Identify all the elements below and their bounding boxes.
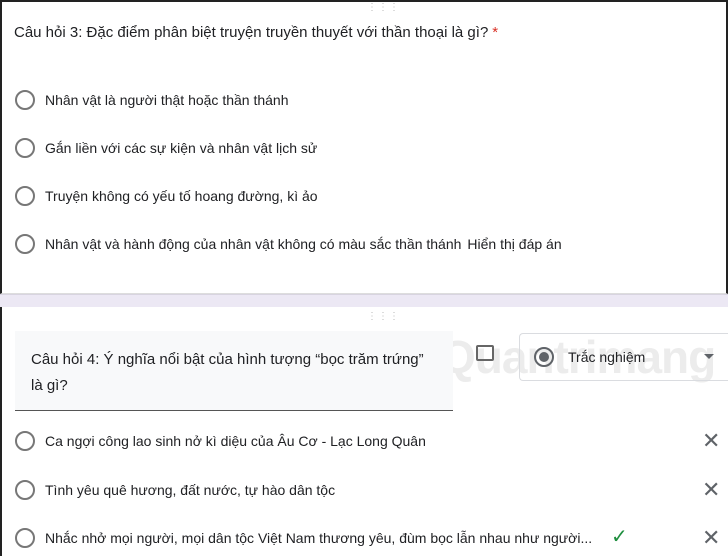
- drag-handle-icon[interactable]: ⋮⋮⋮: [367, 312, 399, 324]
- radio-icon[interactable]: [15, 138, 35, 158]
- drag-handle-icon[interactable]: ⋮⋮⋮: [367, 3, 399, 15]
- radio-icon: [15, 480, 35, 500]
- question-4-title-input[interactable]: Câu hỏi 4: Ý nghĩa nổi bật của hình tượn…: [15, 331, 453, 411]
- q4-option-3[interactable]: Nhắc nhở mọi người, mọi dân tộc Việt Nam…: [15, 528, 592, 548]
- radio-icon[interactable]: [15, 90, 35, 110]
- q3-option-1[interactable]: Nhân vật là người thật hoặc thần thánh: [15, 90, 289, 110]
- q4-option-1[interactable]: Ca ngợi công lao sinh nở kì diệu của Âu …: [15, 431, 426, 451]
- remove-option-icon[interactable]: ✕: [702, 525, 720, 551]
- question-type-select[interactable]: Trắc nghiệm: [519, 333, 728, 381]
- remove-option-icon[interactable]: ✕: [702, 477, 720, 503]
- radio-icon[interactable]: [15, 234, 35, 254]
- q3-option-2[interactable]: Gắn liền với các sự kiện và nhân vật lịc…: [15, 138, 317, 158]
- question-3-title: Câu hỏi 3: Đặc điểm phân biệt truyện tru…: [14, 24, 499, 41]
- remove-option-icon[interactable]: ✕: [702, 428, 720, 454]
- radio-icon: [15, 431, 35, 451]
- radio-icon: [15, 528, 35, 548]
- radio-icon[interactable]: [15, 186, 35, 206]
- q4-option-2[interactable]: Tình yêu quê hương, đất nước, tự hào dân…: [15, 480, 335, 500]
- show-answer-link[interactable]: Hiển thị đáp án: [467, 236, 561, 252]
- required-mark: *: [492, 24, 499, 41]
- correct-answer-check-icon: ✓: [611, 526, 628, 548]
- section-divider: [0, 294, 728, 307]
- chevron-down-icon: [704, 354, 714, 364]
- q3-option-4[interactable]: Nhân vật và hành động của nhân vật không…: [15, 234, 562, 254]
- radio-button-icon: [534, 347, 554, 367]
- q3-option-3[interactable]: Truyện không có yếu tố hoang đường, kì ả…: [15, 186, 318, 206]
- image-icon[interactable]: [476, 345, 494, 361]
